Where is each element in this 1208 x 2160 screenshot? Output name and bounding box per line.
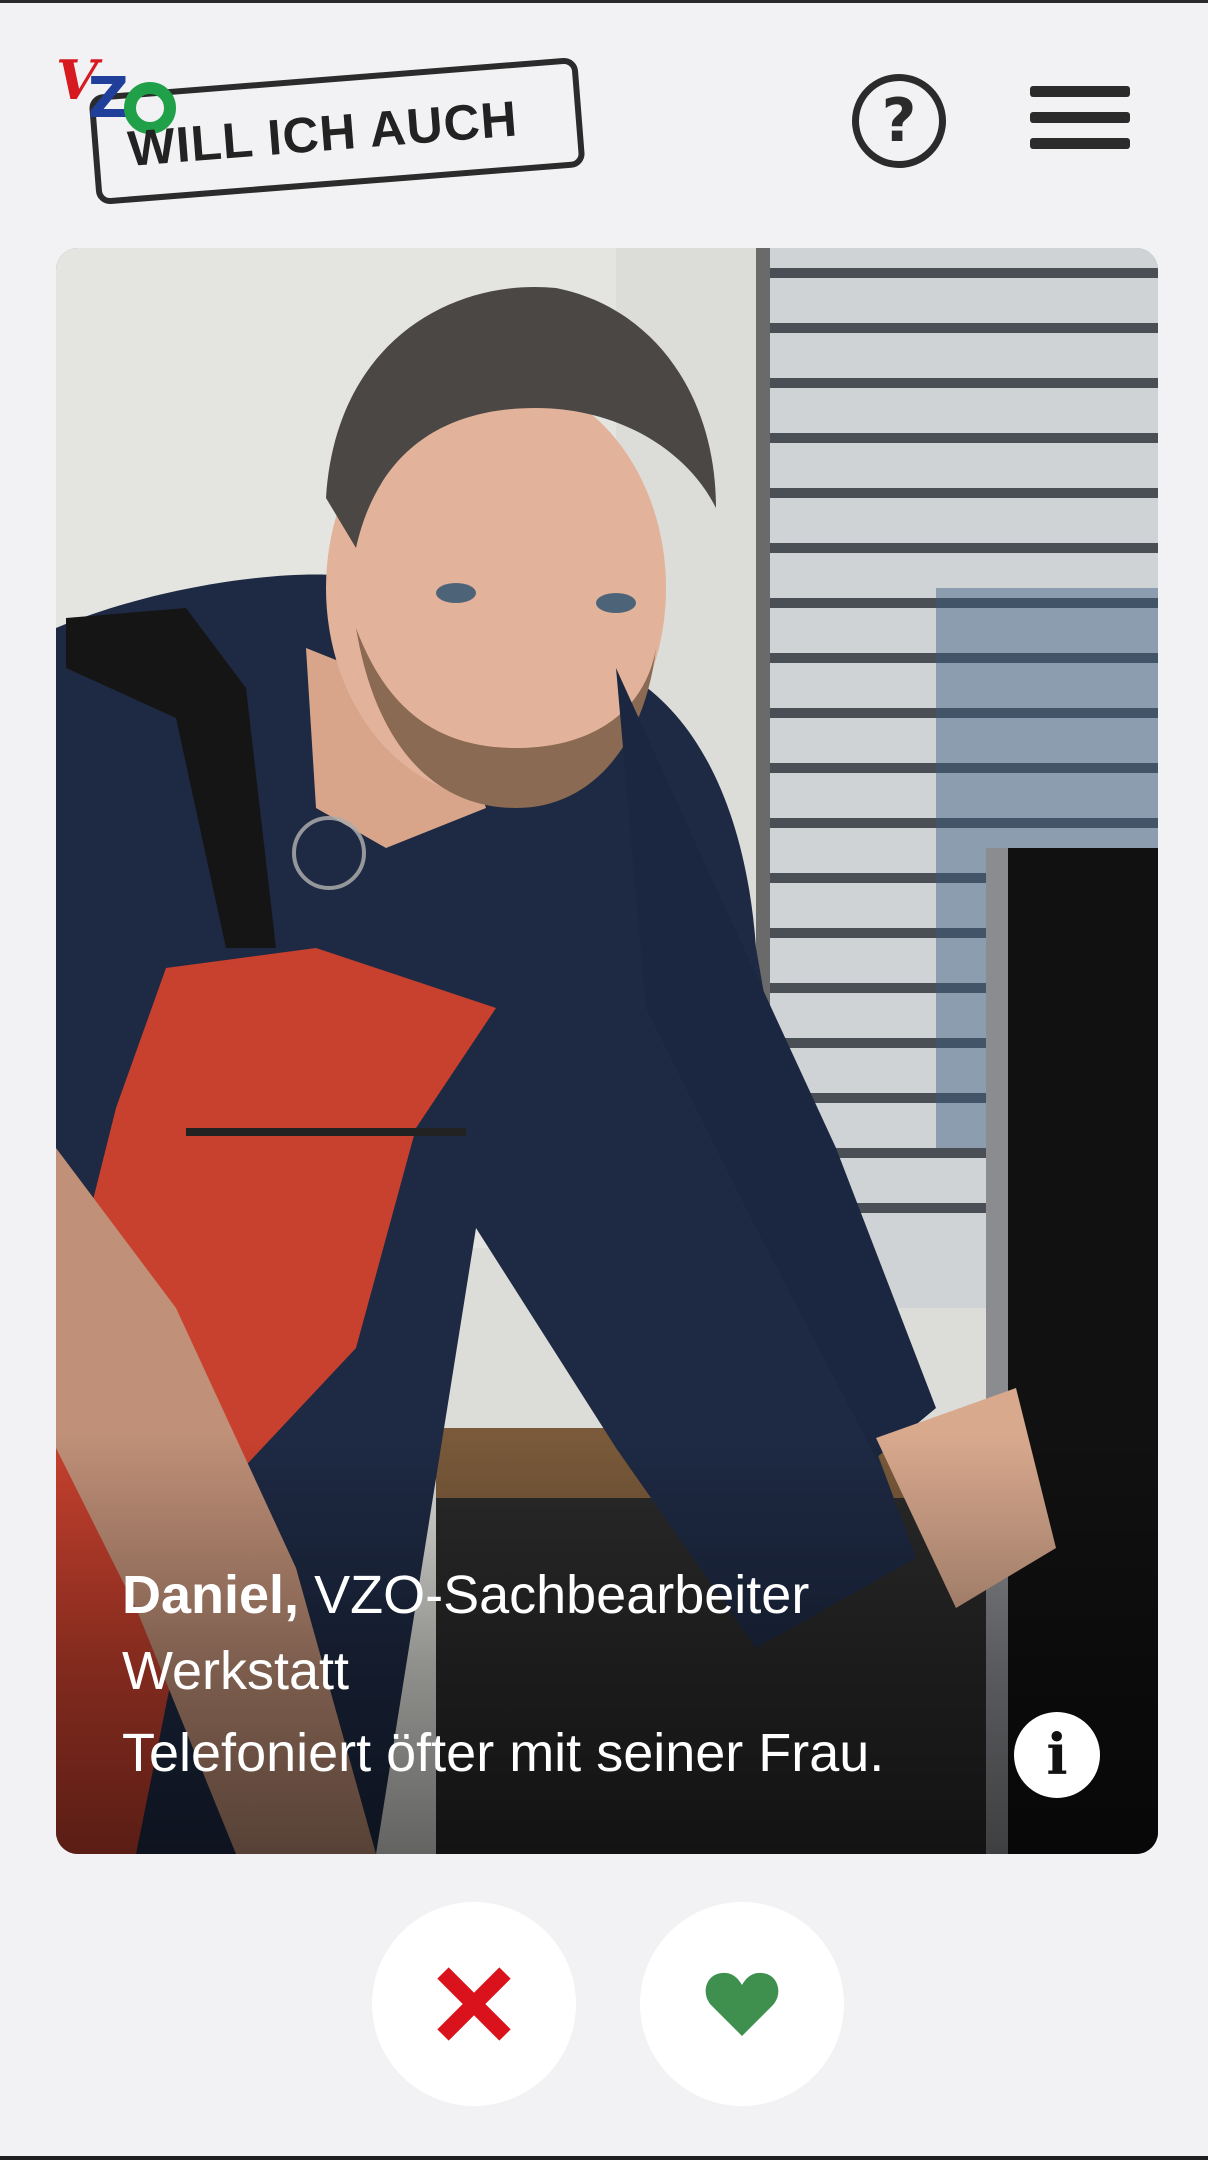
- profile-title: Daniel, VZO-Sachbearbeiter: [122, 1560, 1022, 1630]
- dislike-button[interactable]: [372, 1902, 576, 2106]
- question-mark-icon: ?: [881, 86, 917, 156]
- hamburger-menu-icon[interactable]: [1030, 82, 1130, 154]
- vzo-logo[interactable]: V Z WILL ICH AUCH: [52, 48, 592, 218]
- info-icon: i: [1046, 1722, 1068, 1788]
- like-button[interactable]: [640, 1902, 844, 2106]
- app-screen: V Z WILL ICH AUCH ? Daniel, VZO-Sachbear…: [0, 0, 1208, 2160]
- menu-bar: [1030, 138, 1130, 149]
- focus-indicator: [292, 816, 366, 890]
- heart-icon: [705, 1972, 779, 2036]
- close-x-icon: [437, 1967, 511, 2041]
- profile-name: Daniel,: [122, 1565, 300, 1625]
- menu-bar: [1030, 86, 1130, 97]
- profile-fact: Telefoniert öfter mit seiner Frau.: [122, 1723, 885, 1783]
- help-button[interactable]: ?: [852, 74, 946, 168]
- profile-info: Daniel, VZO-Sachbearbeiter Werkstatt Tel…: [122, 1560, 1022, 1794]
- menu-bar: [1030, 112, 1130, 123]
- profile-role: VZO-Sachbearbeiter: [314, 1565, 810, 1625]
- logo-letter-z: Z: [88, 66, 129, 131]
- info-button[interactable]: i: [1014, 1712, 1100, 1798]
- app-header: V Z WILL ICH AUCH ?: [0, 0, 1208, 230]
- profile-department: Werkstatt: [122, 1641, 350, 1701]
- profile-card[interactable]: Daniel, VZO-Sachbearbeiter Werkstatt Tel…: [56, 248, 1158, 1854]
- navigation-bar: [0, 2156, 1208, 2160]
